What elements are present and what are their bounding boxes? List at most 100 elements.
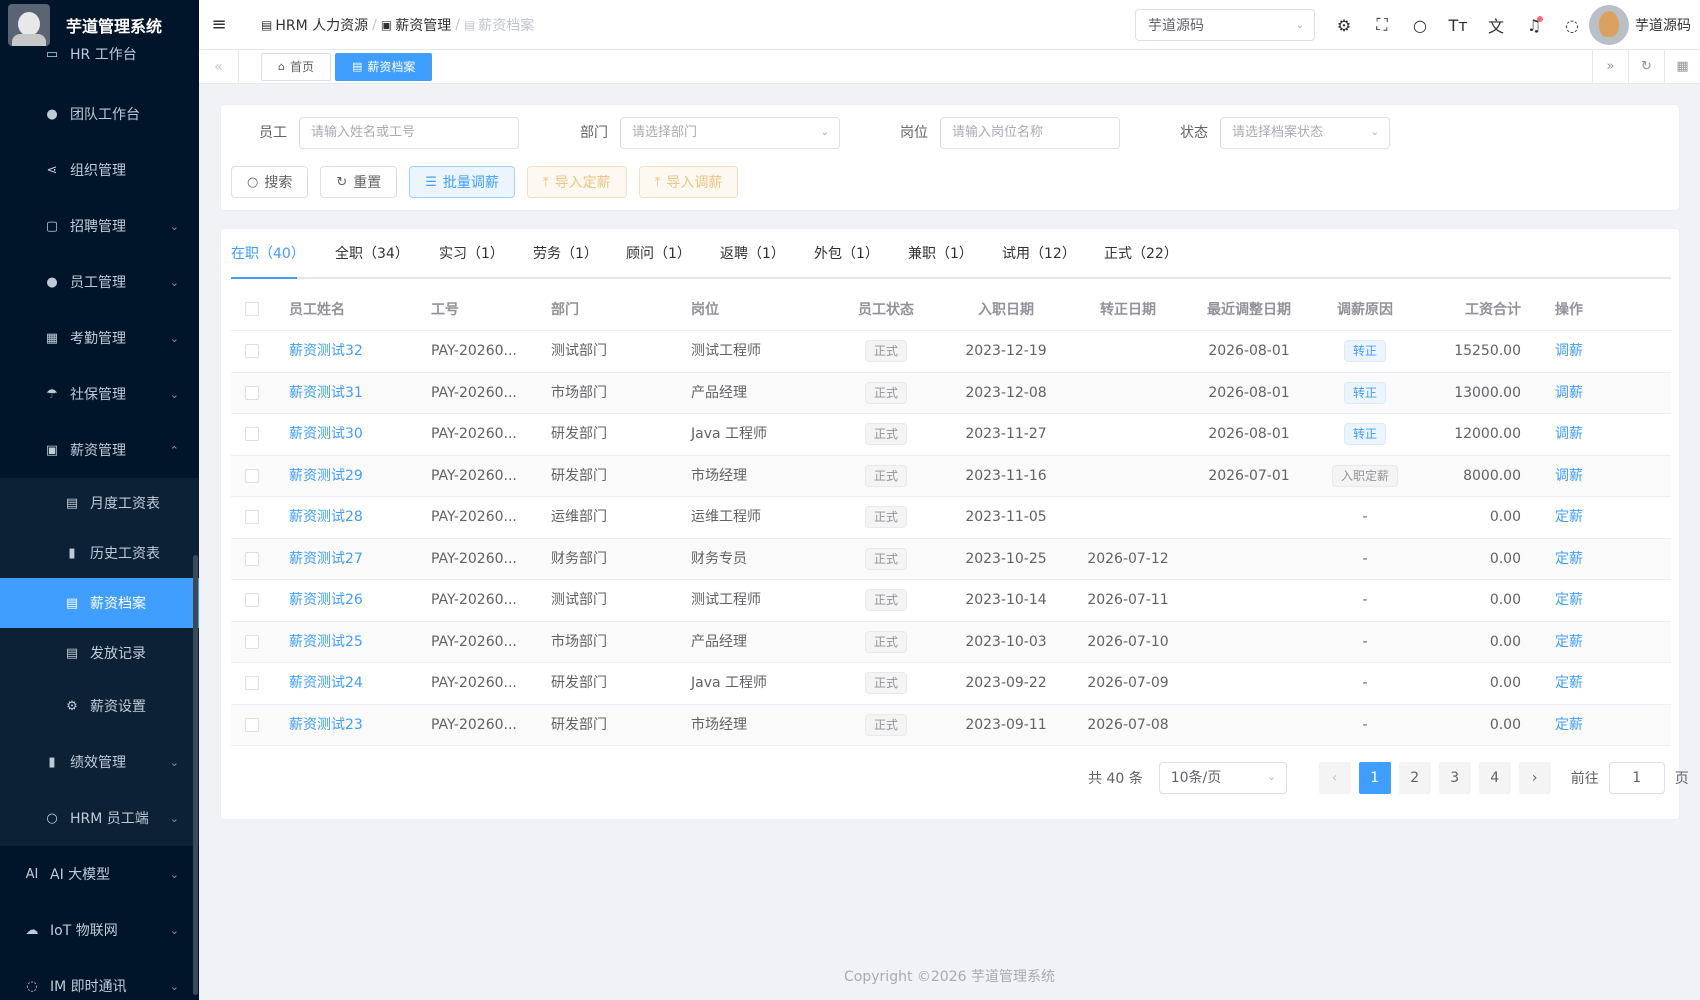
employee-name-link[interactable]: 薪资测试32 bbox=[289, 331, 409, 372]
sidebar-item-1[interactable]: ● 团队工作台 bbox=[0, 86, 199, 142]
sidebar-item-sub-3[interactable]: ▤ 发放记录 bbox=[0, 628, 199, 678]
sidebar-item-top-1[interactable]: ☁ IoT 物联网 ⌄ bbox=[0, 902, 199, 958]
user-menu[interactable]: 芋道源码 bbox=[1589, 5, 1691, 45]
sidebar-item-4[interactable]: ● 员工管理 ⌄ bbox=[0, 254, 199, 310]
page-button-3[interactable]: 3 bbox=[1438, 762, 1471, 794]
table-cell-adjust: 2026-08-01 bbox=[1208, 384, 1290, 401]
row-checkbox[interactable] bbox=[245, 593, 259, 607]
sidebar-item-top-0[interactable]: AI AI 大模型 ⌄ bbox=[0, 846, 199, 902]
tabs-scroll-left-icon[interactable]: « bbox=[199, 49, 239, 84]
status-tab-4[interactable]: 顾问（1） bbox=[626, 229, 691, 279]
next-page-button[interactable]: › bbox=[1518, 762, 1551, 794]
notification-bell-icon[interactable]: ♫ bbox=[1515, 15, 1553, 35]
status-tab-7[interactable]: 兼职（1） bbox=[908, 229, 973, 279]
row-checkbox[interactable] bbox=[245, 510, 259, 524]
employee-name-link[interactable]: 薪资测试23 bbox=[289, 705, 409, 746]
page-size-select[interactable]: 10条/页 ⌄ bbox=[1158, 762, 1287, 794]
message-icon[interactable]: ◌ bbox=[1553, 16, 1591, 35]
row-action-link[interactable]: 定薪 bbox=[1539, 497, 1599, 538]
employee-name-link[interactable]: 薪资测试30 bbox=[289, 414, 409, 455]
row-action-link[interactable]: 定薪 bbox=[1539, 705, 1599, 746]
status-tab-0[interactable]: 在职（40） bbox=[231, 229, 305, 279]
dept-select[interactable]: 请选择部门 ⌄ bbox=[620, 117, 840, 149]
goto-page-input[interactable]: 1 bbox=[1608, 762, 1665, 794]
sidebar-item-2[interactable]: ⋖ 组织管理 bbox=[0, 142, 199, 198]
employee-name-link[interactable]: 薪资测试28 bbox=[289, 497, 409, 538]
sidebar-item-bottom-0[interactable]: ▮ 绩效管理 ⌄ bbox=[0, 734, 199, 790]
row-checkbox[interactable] bbox=[245, 634, 259, 649]
status-tab-8[interactable]: 试用（12） bbox=[1002, 229, 1076, 279]
select-all-checkbox[interactable] bbox=[245, 302, 259, 316]
post-input[interactable]: 请输入岗位名称 bbox=[940, 117, 1120, 149]
refresh-icon[interactable]: ↻ bbox=[1628, 50, 1664, 84]
row-action-link[interactable]: 定薪 bbox=[1539, 580, 1599, 621]
row-action-link[interactable]: 定薪 bbox=[1539, 663, 1599, 704]
row-action-link[interactable]: 定薪 bbox=[1539, 622, 1599, 663]
employee-input[interactable]: 请输入姓名或工号 bbox=[299, 117, 519, 149]
table-cell-adjust: 2026-08-01 bbox=[1208, 426, 1290, 442]
tags-view-bar: « ⌂ 首页 ▤ 薪资档案 » ↻ ▦ bbox=[199, 49, 1700, 84]
sidebar-item-top-2[interactable]: ◌ IM 即时通讯 ⌄ bbox=[0, 958, 199, 1000]
sidebar-item-6[interactable]: ☂ 社保管理 ⌄ bbox=[0, 366, 199, 422]
row-action-link[interactable]: 调薪 bbox=[1539, 331, 1599, 372]
font-size-icon[interactable]: Tт bbox=[1439, 16, 1477, 35]
page-button-2[interactable]: 2 bbox=[1398, 762, 1431, 794]
status-tab-6[interactable]: 外包（1） bbox=[814, 229, 879, 279]
status-select[interactable]: 请选择档案状态 ⌄ bbox=[1220, 117, 1390, 149]
sidebar-scrollbar[interactable] bbox=[193, 555, 198, 995]
employee-name-link[interactable]: 薪资测试31 bbox=[289, 373, 409, 414]
reset-button[interactable]: ↻ 重置 bbox=[320, 166, 398, 198]
status-tab-3[interactable]: 劳务（1） bbox=[533, 229, 598, 279]
row-checkbox[interactable] bbox=[245, 427, 259, 441]
prev-page-button[interactable]: ‹ bbox=[1318, 762, 1351, 794]
sidebar-item-7[interactable]: ▣ 薪资管理 ⌃ bbox=[0, 422, 199, 478]
sidebar-item-bottom-1[interactable]: ○ HRM 员工端 ⌄ bbox=[0, 790, 199, 846]
sidebar-item-sub-0[interactable]: ▤ 月度工资表 bbox=[0, 478, 199, 528]
row-action-link[interactable]: 调薪 bbox=[1539, 456, 1599, 497]
tab-salary-archive[interactable]: ▤ 薪资档案 bbox=[335, 52, 433, 81]
sidebar-item-3[interactable]: ▢ 招聘管理 ⌄ bbox=[0, 198, 199, 254]
menu-toggle-icon[interactable]: ≡ bbox=[199, 14, 239, 35]
status-tab-5[interactable]: 返聘（1） bbox=[720, 229, 785, 279]
batch-adjust-button[interactable]: ☰ 批量调薪 bbox=[409, 166, 515, 198]
sidebar-item-5[interactable]: ▦ 考勤管理 ⌄ bbox=[0, 310, 199, 366]
row-checkbox[interactable] bbox=[245, 551, 259, 566]
row-checkbox[interactable] bbox=[245, 344, 259, 358]
page-button-1[interactable]: 1 bbox=[1358, 762, 1391, 794]
breadcrumb-item-hrm[interactable]: ▤ HRM 人力资源 bbox=[261, 15, 368, 35]
status-tab-1[interactable]: 全职（34） bbox=[335, 229, 409, 279]
tenant-select[interactable]: 芋道源码 ⌄ bbox=[1135, 9, 1315, 41]
import-set-salary-button[interactable]: ⤒ 导入定薪 bbox=[526, 166, 627, 198]
employee-name-link[interactable]: 薪资测试29 bbox=[289, 456, 409, 497]
table-cell-adjust bbox=[1189, 497, 1309, 538]
row-checkbox[interactable] bbox=[245, 468, 259, 483]
employee-name-link[interactable]: 薪资测试24 bbox=[289, 663, 409, 704]
row-action-link[interactable]: 调薪 bbox=[1539, 373, 1599, 414]
sidebar-item-sub-4[interactable]: ⚙ 薪资设置 bbox=[0, 678, 199, 734]
row-action-link[interactable]: 调薪 bbox=[1539, 414, 1599, 455]
settings-gear-icon[interactable]: ⚙ bbox=[1325, 16, 1363, 35]
translate-icon[interactable]: 文 bbox=[1477, 13, 1515, 37]
page-button-4[interactable]: 4 bbox=[1478, 762, 1511, 794]
status-tab-2[interactable]: 实习（1） bbox=[439, 229, 504, 279]
sidebar-item-0[interactable]: ▭ HR 工作台 bbox=[0, 22, 199, 86]
search-button[interactable]: ○ 搜索 bbox=[231, 166, 309, 198]
row-checkbox[interactable] bbox=[245, 676, 259, 690]
search-icon[interactable]: ○ bbox=[1401, 16, 1439, 35]
sidebar-item-sub-1[interactable]: ▮ 历史工资表 bbox=[0, 528, 199, 578]
fullscreen-icon[interactable]: ⛶ bbox=[1363, 15, 1401, 35]
status-tab-9[interactable]: 正式（22） bbox=[1104, 229, 1178, 279]
sidebar-item-sub-2[interactable]: ▤ 薪资档案 bbox=[0, 578, 199, 628]
grid-menu-icon[interactable]: ▦ bbox=[1664, 50, 1700, 84]
employee-name-link[interactable]: 薪资测试25 bbox=[289, 622, 409, 663]
row-checkbox[interactable] bbox=[245, 385, 259, 400]
table-cell-dept: 市场部门 bbox=[551, 384, 607, 401]
tabs-scroll-right-icon[interactable]: » bbox=[1592, 50, 1628, 84]
row-action-link[interactable]: 定薪 bbox=[1539, 539, 1599, 580]
row-checkbox[interactable] bbox=[245, 717, 259, 732]
breadcrumb-item-salary[interactable]: ▣ 薪资管理 bbox=[381, 15, 451, 35]
tab-home[interactable]: ⌂ 首页 bbox=[261, 52, 331, 81]
employee-name-link[interactable]: 薪资测试27 bbox=[289, 539, 409, 580]
employee-name-link[interactable]: 薪资测试26 bbox=[289, 580, 409, 621]
import-adjust-salary-button[interactable]: ⤒ 导入调薪 bbox=[638, 166, 739, 198]
